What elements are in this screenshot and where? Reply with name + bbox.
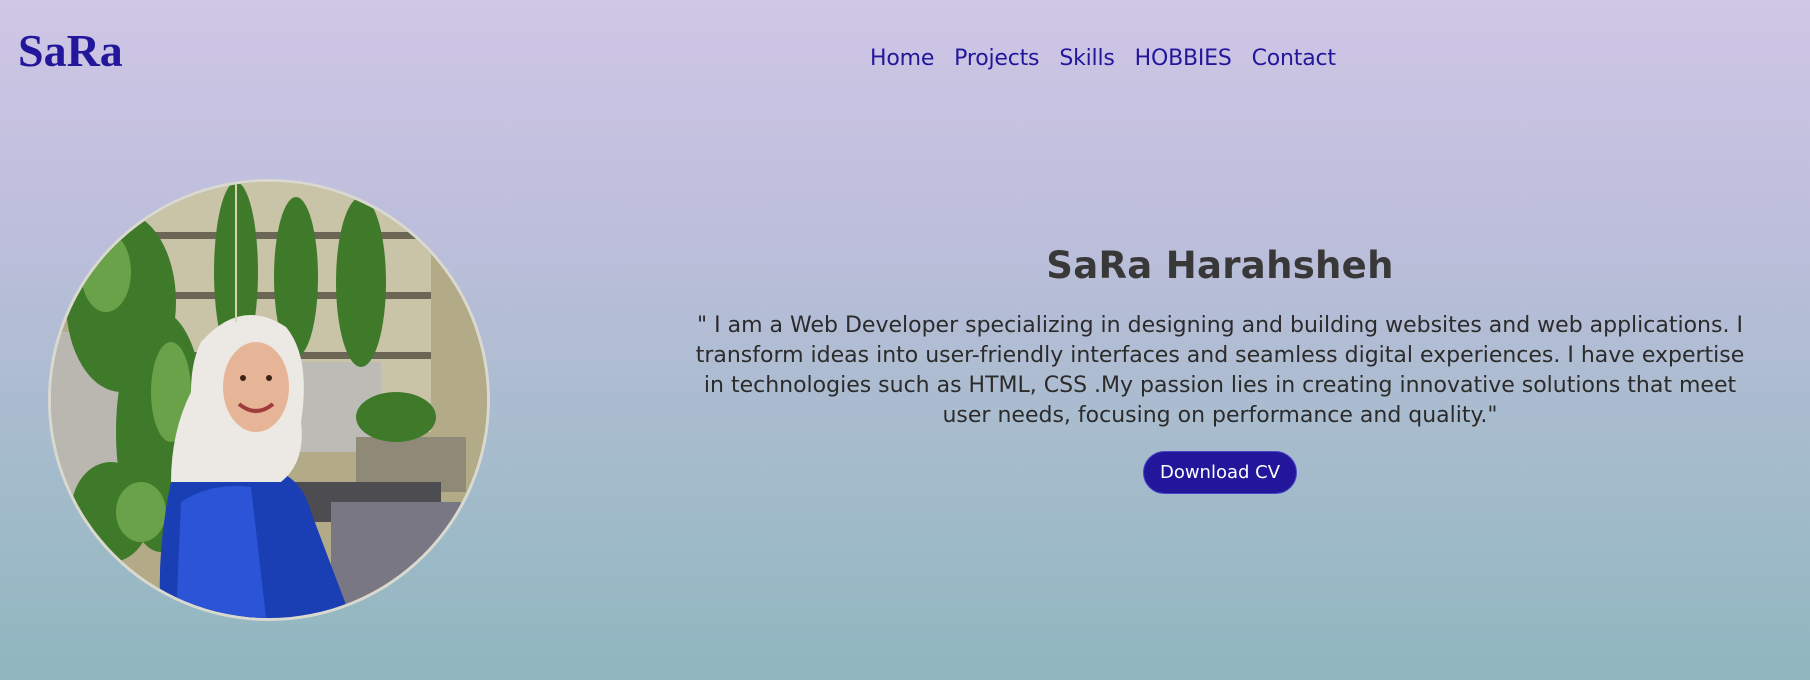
hero-bio: " I am a Web Developer specializing in d… <box>695 313 1745 428</box>
hero-name: SaRa Harahsheh <box>1046 244 1394 287</box>
nav-link-skills[interactable]: Skills <box>1059 46 1115 71</box>
nav-link-home[interactable]: Home <box>870 46 934 71</box>
site-logo[interactable]: SaRa <box>18 28 123 74</box>
profile-photo <box>51 182 487 618</box>
main-nav: Home Projects Skills HOBBIES Contact <box>870 46 1336 71</box>
nav-link-projects[interactable]: Projects <box>954 46 1039 71</box>
nav-link-contact[interactable]: Contact <box>1252 46 1336 71</box>
nav-link-hobbies[interactable]: HOBBIES <box>1135 46 1232 71</box>
hero-section: SaRa Harahsheh " I am a Web Developer sp… <box>680 244 1760 494</box>
download-cv-button[interactable]: Download CV <box>1142 451 1298 494</box>
